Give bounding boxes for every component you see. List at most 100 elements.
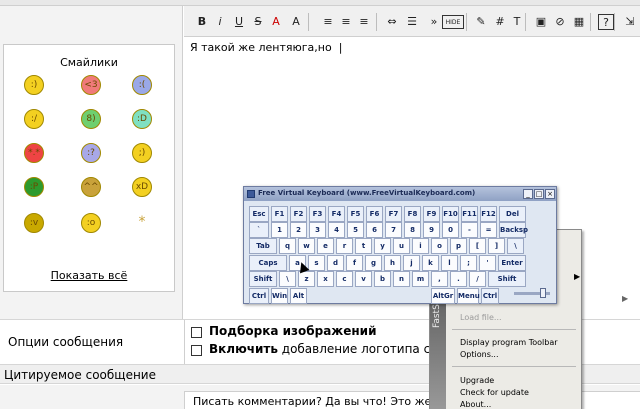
key-5-0[interactable]: Ctrl: [249, 288, 269, 304]
key-0-9[interactable]: F9: [423, 206, 440, 222]
key-5-3[interactable]: AltGr: [431, 288, 455, 304]
smiley-icon[interactable]: <3: [81, 75, 101, 95]
flash-button[interactable]: ⊘: [552, 14, 568, 30]
smiley-icon[interactable]: *: [132, 213, 152, 233]
key-2-1[interactable]: q: [279, 238, 296, 254]
key-0-5[interactable]: F5: [347, 206, 364, 222]
smiley-icon[interactable]: :v: [24, 213, 44, 233]
key-4-3[interactable]: x: [317, 271, 334, 287]
key-0-3[interactable]: F3: [309, 206, 326, 222]
key-2-2[interactable]: w: [298, 238, 315, 254]
key-0-1[interactable]: F1: [271, 206, 288, 222]
key-4-11[interactable]: /: [469, 271, 486, 287]
key-3-3[interactable]: d: [327, 255, 344, 271]
key-3-5[interactable]: g: [365, 255, 382, 271]
key-0-8[interactable]: F8: [404, 206, 421, 222]
key-0-6[interactable]: F6: [366, 206, 383, 222]
strike-button[interactable]: S: [250, 14, 266, 30]
key-1-6[interactable]: 6: [366, 222, 383, 238]
key-2-8[interactable]: i: [412, 238, 429, 254]
minimize-button[interactable]: _: [523, 189, 533, 199]
scroll-arrow-icon[interactable]: ▶: [622, 294, 628, 303]
key-1-11[interactable]: -: [461, 222, 478, 238]
key-0-4[interactable]: F4: [328, 206, 345, 222]
hash-button[interactable]: #: [492, 14, 508, 30]
key-4-0[interactable]: Shift: [249, 271, 277, 287]
key-1-0[interactable]: `: [249, 222, 269, 238]
key-0-2[interactable]: F2: [290, 206, 307, 222]
key-5-1[interactable]: Win: [271, 288, 288, 304]
menu-item-options[interactable]: Options...: [460, 350, 499, 359]
key-1-12[interactable]: =: [480, 222, 497, 238]
italic-button[interactable]: i: [212, 14, 228, 30]
menu-item-load-file[interactable]: Load file...: [460, 313, 502, 322]
quote-button[interactable]: »: [426, 14, 442, 30]
menu-item-check-update[interactable]: Check for update: [460, 388, 529, 397]
key-1-8[interactable]: 8: [404, 222, 421, 238]
key-2-6[interactable]: y: [374, 238, 391, 254]
help-button[interactable]: ?: [598, 14, 614, 30]
menu-item-upgrade[interactable]: Upgrade: [460, 376, 494, 385]
list-button[interactable]: ☰: [404, 14, 420, 30]
key-1-1[interactable]: 1: [271, 222, 288, 238]
logo-checkbox[interactable]: [191, 345, 202, 356]
smiley-icon[interactable]: :P: [24, 177, 44, 197]
key-4-6[interactable]: b: [374, 271, 391, 287]
key-3-8[interactable]: k: [422, 255, 439, 271]
key-3-12[interactable]: Enter: [498, 255, 526, 271]
menu-item-about[interactable]: About...: [460, 400, 491, 409]
expand-button[interactable]: ⇲: [622, 14, 638, 30]
key-3-2[interactable]: s: [308, 255, 325, 271]
key-4-7[interactable]: n: [393, 271, 410, 287]
opacity-slider-thumb[interactable]: [540, 288, 546, 298]
key-3-10[interactable]: ;: [460, 255, 477, 271]
bold-button[interactable]: B: [194, 14, 210, 30]
smiley-icon[interactable]: *.*: [24, 143, 44, 163]
key-1-2[interactable]: 2: [290, 222, 307, 238]
font-size-button[interactable]: A: [288, 14, 304, 30]
key-4-8[interactable]: m: [412, 271, 429, 287]
key-2-5[interactable]: t: [355, 238, 372, 254]
align-center-button[interactable]: ≡: [338, 14, 354, 30]
key-4-5[interactable]: v: [355, 271, 372, 287]
smiley-icon[interactable]: :o: [81, 213, 101, 233]
smiley-icon[interactable]: :(: [132, 75, 152, 95]
key-1-5[interactable]: 5: [347, 222, 364, 238]
key-0-7[interactable]: F7: [385, 206, 402, 222]
key-1-13[interactable]: Backsp: [499, 222, 528, 238]
align-left-button[interactable]: ≡: [320, 14, 336, 30]
key-0-0[interactable]: Esc: [249, 206, 269, 222]
key-2-10[interactable]: p: [450, 238, 467, 254]
key-1-9[interactable]: 9: [423, 222, 440, 238]
key-2-13[interactable]: \: [507, 238, 524, 254]
key-4-1[interactable]: \: [279, 271, 296, 287]
key-1-4[interactable]: 4: [328, 222, 345, 238]
key-3-0[interactable]: Caps: [249, 255, 287, 271]
key-0-10[interactable]: F10: [442, 206, 459, 222]
smiley-icon[interactable]: :/: [24, 109, 44, 129]
video-button[interactable]: ▦: [571, 14, 587, 30]
keyboard-titlebar[interactable]: Free Virtual Keyboard (www.FreeVirtualKe…: [244, 187, 556, 201]
key-0-11[interactable]: F11: [461, 206, 478, 222]
underline-button[interactable]: U: [231, 14, 247, 30]
close-button[interactable]: ×: [545, 189, 555, 199]
link-button[interactable]: ⇔: [384, 14, 400, 30]
smiley-icon[interactable]: xD: [132, 177, 152, 197]
smiley-icon[interactable]: :): [24, 75, 44, 95]
images-checkbox[interactable]: [191, 327, 202, 338]
key-0-12[interactable]: F12: [480, 206, 497, 222]
key-2-9[interactable]: o: [431, 238, 448, 254]
key-4-12[interactable]: Shift: [488, 271, 526, 287]
key-2-0[interactable]: Tab: [249, 238, 277, 254]
key-4-10[interactable]: .: [450, 271, 467, 287]
edit-button[interactable]: ✎: [473, 14, 489, 30]
key-1-3[interactable]: 3: [309, 222, 326, 238]
show-all-link[interactable]: Показать всё: [4, 269, 174, 282]
smiley-icon[interactable]: 8): [81, 109, 101, 129]
smiley-icon[interactable]: :?: [81, 143, 101, 163]
key-1-7[interactable]: 7: [385, 222, 402, 238]
key-3-9[interactable]: l: [441, 255, 458, 271]
image-button[interactable]: ▣: [533, 14, 549, 30]
key-3-4[interactable]: f: [346, 255, 363, 271]
key-0-13[interactable]: Del: [499, 206, 526, 222]
